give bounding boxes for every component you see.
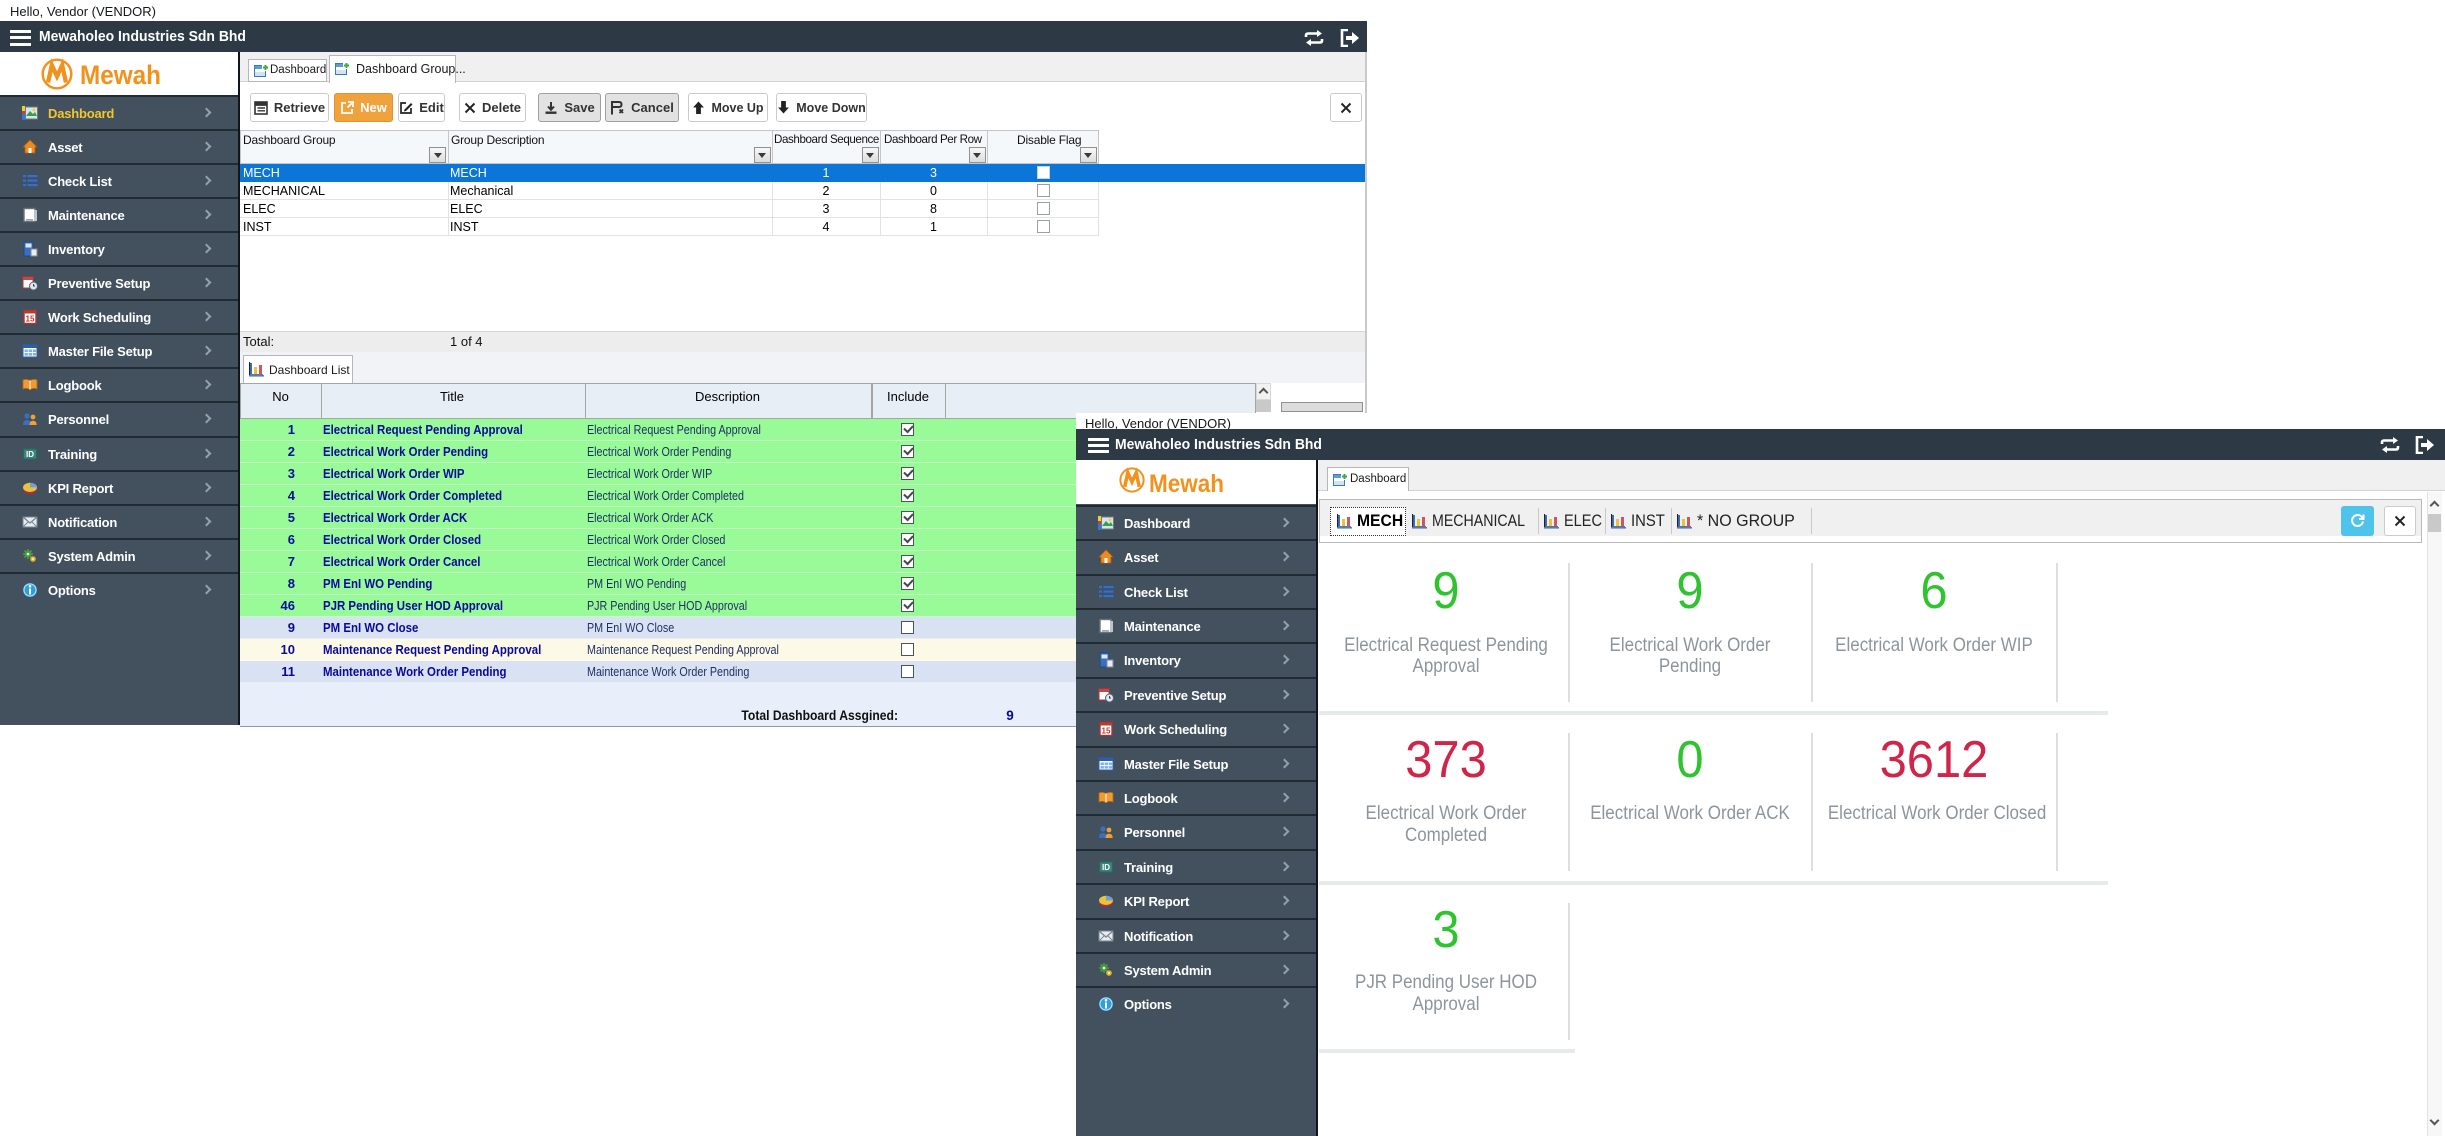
svg-text:ID: ID [1102,863,1110,872]
svg-text:ID: ID [26,450,34,459]
svg-text:15: 15 [1102,727,1111,736]
svg-text:15: 15 [26,315,35,324]
